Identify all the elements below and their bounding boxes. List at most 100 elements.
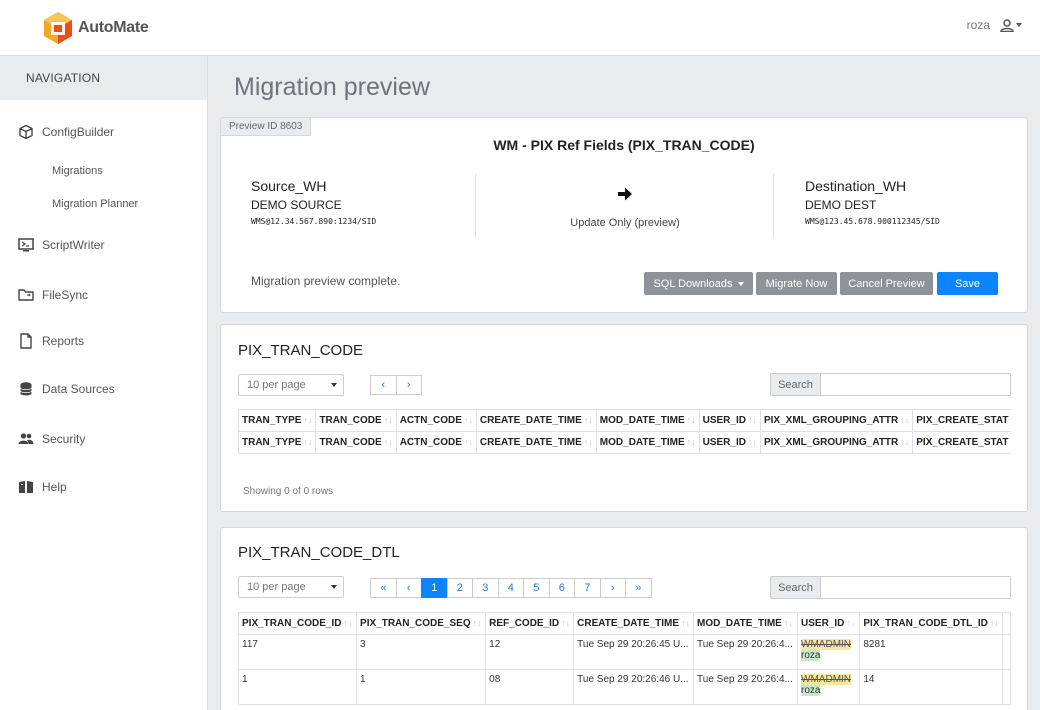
- data-table: PIX_TRAN_CODE_ID ↑↓ PIX_TRAN_CODE_SEQ ↑↓ R…: [238, 612, 1011, 705]
- cancel-preview-button[interactable]: Cancel Preview: [840, 272, 933, 295]
- page-button[interactable]: 1: [421, 578, 448, 598]
- page-button[interactable]: 2: [446, 578, 473, 598]
- per-page-value: 10 per page: [247, 379, 306, 391]
- sidebar-item-scriptwriter[interactable]: ScriptWriter: [18, 237, 104, 253]
- page-button[interactable]: 3: [472, 578, 499, 598]
- per-page-select[interactable]: 10 per page: [238, 576, 344, 598]
- migrate-now-button[interactable]: Migrate Now: [756, 272, 837, 295]
- caret-down-icon: [737, 281, 744, 286]
- sidebar-item-help[interactable]: Help: [18, 479, 67, 495]
- page-button[interactable]: 7: [574, 578, 601, 598]
- nav-heading: NAVIGATION: [0, 56, 207, 100]
- source-label: DEMO SOURCE: [251, 198, 342, 212]
- column-header[interactable]: PIX_CREATE_STAT↑↓: [912, 409, 1011, 432]
- sort-icon: ↑↓: [686, 415, 696, 425]
- sidebar-item-reports[interactable]: Reports: [18, 333, 84, 349]
- cell-user-id: WMADMIN roza: [797, 669, 861, 705]
- sort-icon: ↑↓: [463, 415, 473, 425]
- column-header[interactable]: PIX_TRAN_CODE_ID ↑↓: [238, 612, 358, 635]
- sort-icon: ↑↓: [463, 437, 473, 447]
- data-table: TRAN_TYPE ↑↓ TRAN_CODE ↑↓ ACTN_CODE ↑↓ CREA…: [238, 409, 1011, 454]
- destination-block: Destination_WH DEMO DEST WMS@123.45.678.…: [805, 178, 940, 226]
- sidebar-item-filesync[interactable]: FileSync: [18, 287, 88, 303]
- table-header-row: TRAN_TYPE ↑↓ TRAN_CODE ↑↓ ACTN_CODE ↑↓ CREA…: [238, 409, 1011, 432]
- per-page-select[interactable]: 10 per page: [238, 374, 344, 396]
- footer-label: ACTN_CODE: [399, 437, 462, 448]
- table-card-pix-tran-code-dtl: PIX_TRAN_CODE_DTL 10 per page « ‹ 1 2 3 …: [220, 527, 1028, 710]
- sort-icon: ↑↓: [383, 415, 393, 425]
- user-menu[interactable]: roza: [967, 18, 1022, 32]
- table-row: 1 1 08 Tue Sep 29 20:26:46 U... Tue Sep …: [238, 669, 1011, 705]
- sidebar-item-security[interactable]: Security: [18, 431, 85, 447]
- sort-icon: ↑↓: [783, 618, 793, 628]
- sidebar-item-label: Security: [42, 432, 86, 446]
- sort-icon: ↑↓: [989, 618, 999, 628]
- sort-icon: ↑↓: [846, 618, 856, 628]
- sort-icon: ↑↓: [686, 437, 696, 447]
- table-title: PIX_TRAN_CODE: [238, 342, 364, 359]
- column-header[interactable]: USER_ID ↑↓: [797, 612, 861, 635]
- sidebar-subitem-migrations[interactable]: Migrations: [52, 165, 103, 177]
- caret-down-icon: [331, 383, 337, 387]
- prev-page-button[interactable]: ‹: [370, 375, 397, 395]
- search-input[interactable]: [821, 374, 1010, 395]
- header-label: CREATE_DATE_TIME: [577, 618, 680, 629]
- column-footer: USER_ID ↑↓: [698, 431, 761, 454]
- sql-downloads-button[interactable]: SQL Downloads: [644, 272, 753, 295]
- next-page-button[interactable]: ›: [395, 375, 422, 395]
- column-header[interactable]: CREATE_DATE_TIME ↑↓: [475, 409, 597, 432]
- chevron-down-icon: [1016, 23, 1022, 27]
- column-header[interactable]: MOD_DATE_TIME ↑↓: [595, 409, 700, 432]
- header-label: PIX_TRAN_CODE_ID: [242, 618, 342, 629]
- prev-page-button[interactable]: ‹: [395, 578, 422, 598]
- last-page-button[interactable]: »: [625, 578, 652, 598]
- app-logo[interactable]: AutoMate: [42, 11, 149, 45]
- app-name: AutoMate: [78, 19, 149, 36]
- page-button[interactable]: 5: [523, 578, 550, 598]
- sidebar-item-label: ConfigBuilder: [42, 125, 115, 139]
- caret-down-icon: [331, 585, 337, 589]
- sidebar-item-configbuilder[interactable]: ConfigBuilder: [18, 124, 114, 140]
- search-input[interactable]: [821, 577, 1010, 598]
- column-header[interactable]: USER_ID ↑↓: [698, 409, 761, 432]
- username: roza: [966, 18, 990, 32]
- column-header[interactable]: ACTN_CODE ↑↓: [395, 409, 477, 432]
- first-page-button[interactable]: «: [370, 578, 397, 598]
- cell: 12: [485, 634, 575, 670]
- column-header[interactable]: PIX_TRAN_CODE_SEQ ↑↓: [356, 612, 487, 635]
- column-header[interactable]: MOD_DATE_TIME ↑↓: [693, 612, 799, 635]
- column-header[interactable]: PIX_TRAN_CODE_DTL_ID ↑↓: [859, 612, 1003, 635]
- header-label: PIX_CREATE_STAT: [916, 415, 1009, 426]
- new-value: roza: [801, 685, 821, 696]
- save-button[interactable]: Save: [937, 272, 998, 295]
- cell-user-id: WMADMIN roza: [797, 634, 861, 670]
- column-header[interactable]: REF_CODE_ID ↑↓: [485, 612, 575, 635]
- column-header[interactable]: TRAN_CODE ↑↓: [315, 409, 397, 432]
- column-footer: CREATE_DATE_TIME ↑↓: [475, 431, 597, 454]
- header-label: TRAN_CODE: [319, 415, 382, 426]
- sort-icon: ↑↓: [303, 415, 313, 425]
- search-box: Search: [770, 576, 1011, 599]
- column-header[interactable]: PIX_XML_GROUPING_ATTR ↑↓: [759, 409, 914, 432]
- page-button[interactable]: 4: [497, 578, 524, 598]
- column-footer: PIX_XML_GROUPING_ATTR ↑↓: [759, 431, 914, 454]
- cube-icon: [19, 124, 33, 140]
- sidebar-item-data-sources[interactable]: Data Sources: [18, 381, 115, 397]
- page-button[interactable]: 6: [548, 578, 575, 598]
- button-label: SQL Downloads: [653, 277, 733, 290]
- search-box: Search: [770, 373, 1011, 396]
- cell: Tue Sep 29 20:26:4...: [693, 634, 799, 670]
- sort-icon: ↑↓: [747, 437, 757, 447]
- automate-logo-icon: [44, 12, 72, 44]
- column-header[interactable]: TRAN_TYPE ↑↓: [238, 409, 317, 432]
- next-page-button[interactable]: ›: [599, 578, 626, 598]
- table-card-pix-tran-code: PIX_TRAN_CODE 10 per page ‹ › Search TRAN…: [220, 324, 1028, 512]
- divider: [773, 174, 774, 238]
- sort-icon: ↑↓: [472, 618, 482, 628]
- column-header[interactable]: CREATE_DATE_TIME ↑↓: [573, 612, 695, 635]
- sort-icon: ↑↓: [303, 437, 313, 447]
- footer-label: PIX_XML_GROUPING_ATTR: [763, 437, 899, 448]
- sidebar-subitem-migration-planner[interactable]: Migration Planner: [52, 198, 138, 210]
- column-footer: ACTN_CODE ↑↓: [395, 431, 477, 454]
- pagination: « ‹ 1 2 3 4 5 6 7 › »: [370, 578, 652, 598]
